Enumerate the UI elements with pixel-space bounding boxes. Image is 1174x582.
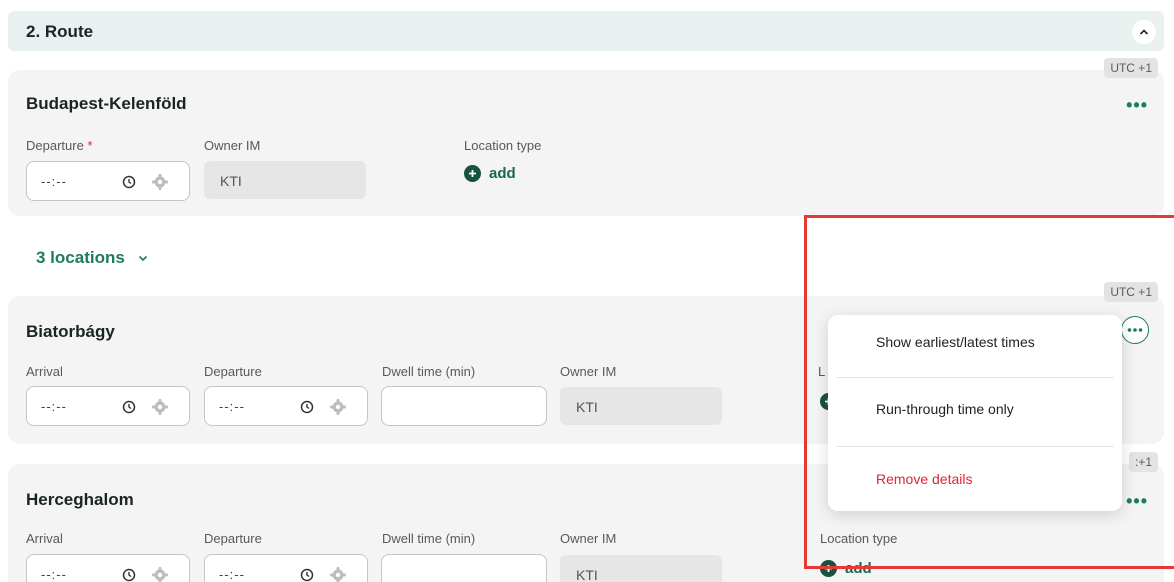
departure-time-input[interactable]: --:-- — [204, 386, 368, 426]
dwell-time-label: Dwell time (min) — [382, 531, 476, 546]
chevron-down-icon — [138, 255, 147, 262]
stop-name: Herceghalom — [26, 490, 134, 509]
arrival-time-input[interactable]: --:-- — [26, 554, 190, 582]
stop-name: Biatorbágy — [26, 322, 115, 341]
time-value: --:-- — [41, 399, 67, 414]
owner-im-label: Owner IM — [204, 138, 261, 153]
gear-icon[interactable] — [151, 566, 169, 582]
more-options-icon[interactable]: ••• — [1126, 96, 1148, 114]
highlight-annotation-box — [804, 215, 1174, 569]
utc-badge: UTC +1 — [1104, 58, 1158, 78]
origin-card: UTC +1 Budapest-Kelenföld ••• Departure … — [8, 58, 1164, 216]
collapse-section-button[interactable] — [1132, 20, 1156, 44]
departure-time-input[interactable]: --:-- — [204, 554, 368, 582]
location-type-label: Location type — [464, 138, 542, 153]
owner-im-label: Owner IM — [560, 364, 617, 379]
gear-icon[interactable] — [329, 398, 347, 416]
gear-icon[interactable] — [151, 173, 169, 191]
locations-count-label: 3 locations — [36, 248, 125, 267]
time-value: --:-- — [41, 174, 67, 189]
section-title: 2. Route — [26, 22, 94, 41]
time-value: --:-- — [41, 567, 67, 582]
owner-im-value: KTI — [576, 399, 598, 415]
time-value: --:-- — [219, 567, 245, 582]
dwell-time-label: Dwell time (min) — [382, 364, 476, 379]
clock-icon[interactable] — [122, 568, 136, 582]
add-label: add — [489, 165, 516, 182]
owner-im-field: KTI — [560, 555, 722, 582]
route-section-header: 2. Route — [8, 11, 1164, 51]
departure-label: Departure — [204, 364, 262, 379]
owner-im-field: KTI — [560, 387, 722, 425]
owner-im-value: KTI — [576, 567, 598, 582]
gear-icon[interactable] — [329, 566, 347, 582]
required-mark: * — [87, 138, 93, 153]
owner-im-value: KTI — [220, 173, 242, 189]
departure-time-input[interactable]: --:-- — [26, 161, 190, 201]
plus-circle-icon — [464, 165, 481, 182]
time-value: --:-- — [219, 399, 245, 414]
clock-icon[interactable] — [300, 568, 314, 582]
locations-toggle[interactable]: 3 locations — [36, 248, 149, 268]
arrival-time-input[interactable]: --:-- — [26, 386, 190, 426]
stop-name: Budapest-Kelenföld — [26, 94, 187, 113]
clock-icon[interactable] — [122, 400, 136, 414]
clock-icon[interactable] — [122, 175, 136, 189]
owner-im-label: Owner IM — [560, 531, 617, 546]
departure-label: Departure * — [26, 138, 93, 153]
chevron-up-icon — [1139, 29, 1149, 35]
clock-icon[interactable] — [300, 400, 314, 414]
dwell-time-input[interactable] — [381, 554, 547, 582]
owner-im-field: KTI — [204, 161, 366, 199]
gear-icon[interactable] — [151, 398, 169, 416]
add-location-type-button[interactable]: add — [464, 165, 516, 182]
arrival-label: Arrival — [26, 364, 63, 379]
dwell-time-input[interactable] — [381, 386, 547, 426]
departure-label: Departure — [204, 531, 262, 546]
arrival-label: Arrival — [26, 531, 63, 546]
